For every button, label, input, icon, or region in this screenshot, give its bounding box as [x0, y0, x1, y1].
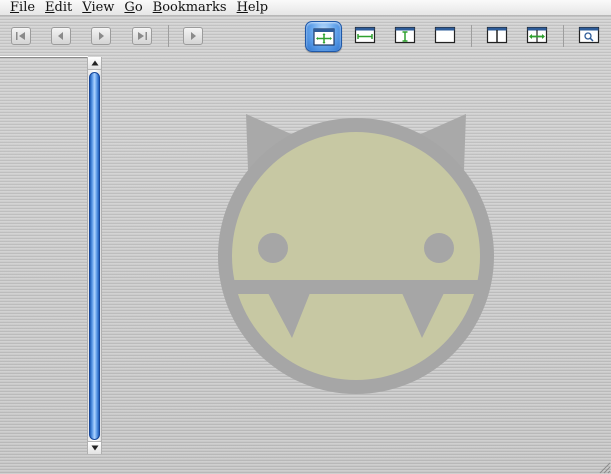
two-pages-button[interactable] [486, 25, 508, 45]
app-logo-devil-icon [218, 114, 494, 394]
fit-width-icon [354, 26, 376, 44]
zoom-icon [578, 26, 600, 44]
last-page-icon [138, 32, 147, 40]
menu-go[interactable]: Go [119, 0, 147, 16]
slideshow-button[interactable] [183, 27, 203, 45]
continuous-button[interactable] [526, 25, 548, 45]
vertical-scrollbar[interactable] [87, 57, 102, 454]
menu-bar: File Edit View Go Bookmarks Help [0, 0, 611, 16]
scroll-up-button[interactable] [88, 57, 101, 70]
next-page-button[interactable] [91, 27, 111, 45]
toolbar-separator [563, 25, 564, 47]
zoom-button[interactable] [578, 25, 600, 45]
toolbar-separator [168, 25, 169, 47]
scrollbar-thumb[interactable] [89, 72, 100, 440]
fit-height-icon [394, 26, 416, 44]
menu-file[interactable]: File [0, 0, 40, 16]
fit-page-icon [434, 26, 456, 44]
first-page-icon [16, 32, 25, 40]
next-page-icon [99, 32, 104, 40]
resize-grip-icon[interactable] [597, 460, 611, 474]
scroll-up-arrow-icon [91, 60, 98, 66]
scroll-down-arrow-icon [91, 445, 98, 451]
sidebar-top-edge [0, 56, 88, 58]
menu-edit[interactable]: Edit [40, 0, 77, 16]
previous-page-button[interactable] [51, 27, 71, 45]
fit-width-button[interactable] [354, 25, 376, 45]
app-window: File Edit View Go Bookmarks Help [0, 0, 611, 474]
first-page-button[interactable] [11, 27, 31, 45]
toolbar-separator [471, 25, 472, 47]
toolbar [0, 17, 611, 55]
slideshow-play-icon [191, 32, 196, 40]
scroll-down-button[interactable] [88, 441, 101, 454]
fit-best-button[interactable] [305, 21, 342, 52]
menu-bookmarks[interactable]: Bookmarks [148, 0, 232, 16]
continuous-icon [526, 26, 548, 44]
last-page-button[interactable] [132, 27, 152, 45]
previous-page-icon [58, 32, 63, 40]
menu-help[interactable]: Help [232, 0, 274, 16]
two-pages-icon [486, 26, 508, 44]
fit-height-button[interactable] [394, 25, 416, 45]
fit-page-button[interactable] [434, 25, 456, 45]
menu-view[interactable]: View [77, 0, 119, 16]
fit-best-icon [312, 27, 335, 46]
